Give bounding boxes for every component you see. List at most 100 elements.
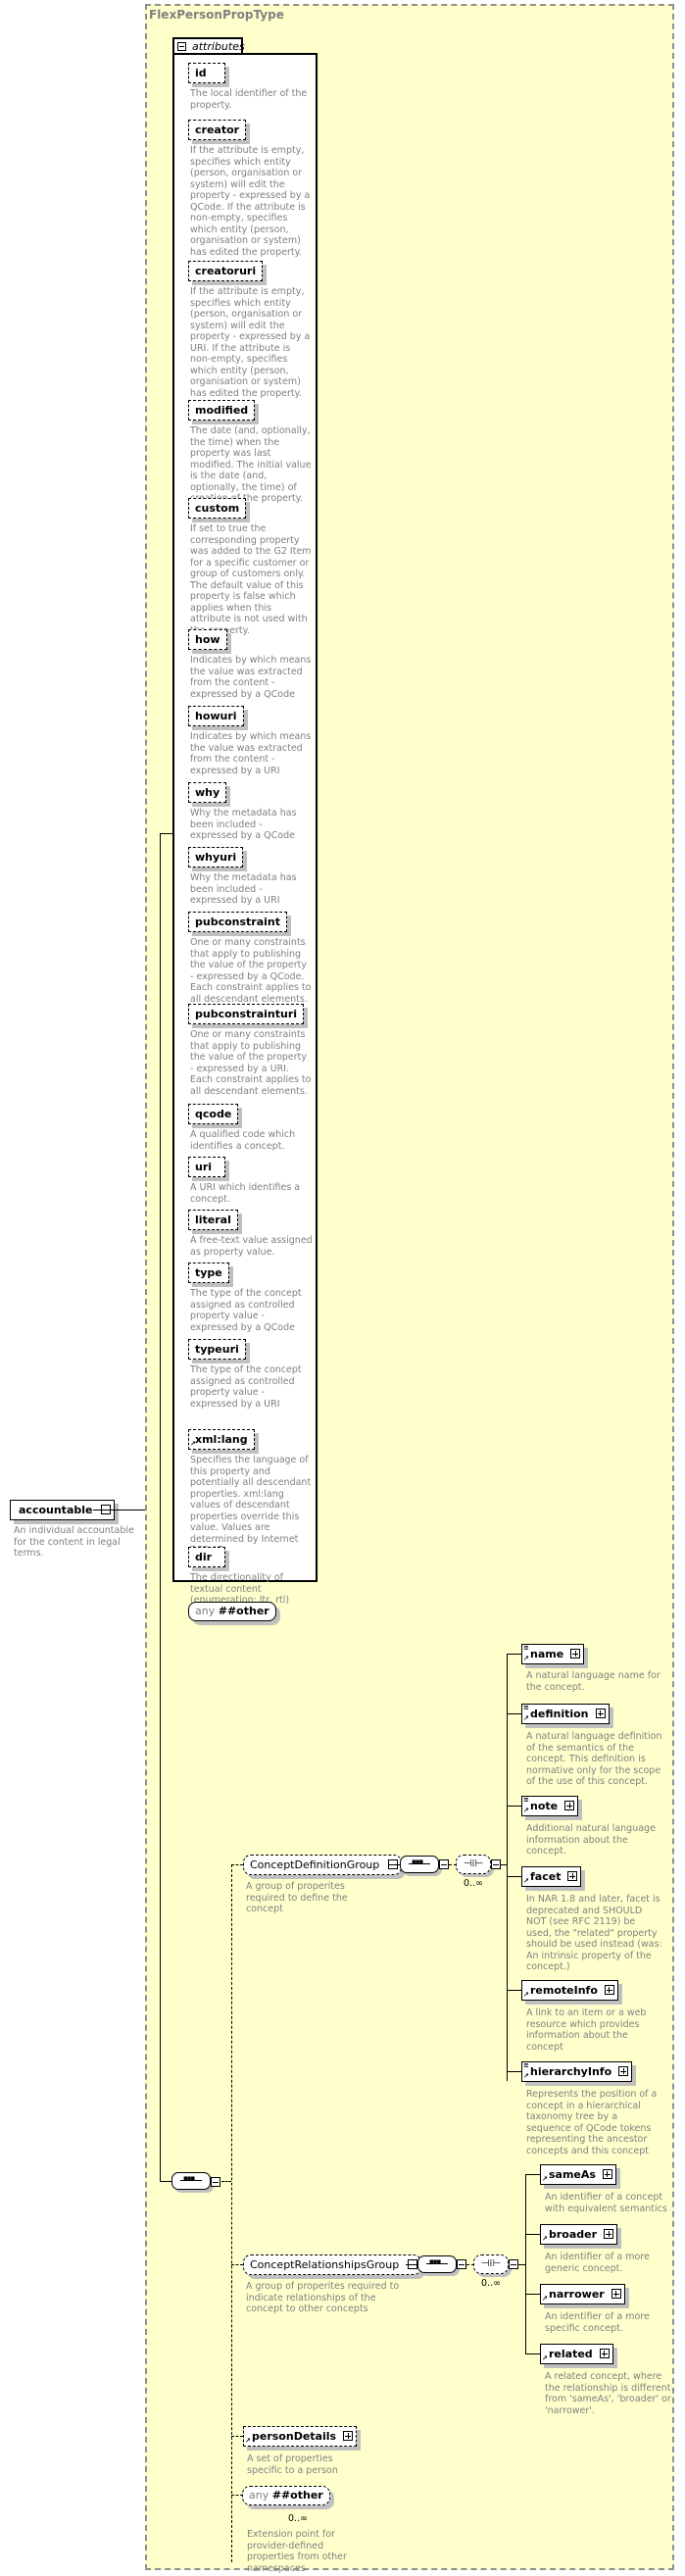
cardinality-label: 0..∞ xyxy=(481,2278,501,2289)
element-persondetails[interactable]: ↗ personDetails xyxy=(243,2426,358,2447)
connector-line xyxy=(525,2174,540,2175)
attribute-typeuri[interactable]: typeuri xyxy=(188,1339,246,1360)
connector-line xyxy=(507,2071,521,2072)
element-facet[interactable]: ↗ facet xyxy=(521,1866,582,1887)
cardinality-label: 0..∞ xyxy=(464,1878,483,1889)
attribute-uri[interactable]: uri xyxy=(188,1157,225,1177)
attribute-how[interactable]: how xyxy=(188,629,227,650)
sequence-compositor[interactable] xyxy=(417,2255,457,2273)
collapse-icon[interactable] xyxy=(439,1859,449,1869)
choice-compositor[interactable]: ⊣⁞⊢ xyxy=(473,2254,509,2274)
attribute-literal[interactable]: literal xyxy=(188,1210,238,1230)
attribute-creatoruri[interactable]: creatoruri xyxy=(188,261,264,281)
expand-icon[interactable] xyxy=(618,2066,629,2076)
attribute-type[interactable]: type xyxy=(188,1263,229,1283)
attribute-description: Why the metadata has been included - exp… xyxy=(190,872,297,906)
attribute-description: The date (and, optionally, the time) whe… xyxy=(190,425,312,504)
element-definition[interactable]: ≡ ↗ definition xyxy=(521,1704,610,1724)
group-concept-relationships[interactable]: ConceptRelationshipsGroup xyxy=(243,2254,422,2275)
element-label: narrower xyxy=(549,2288,605,2301)
group-label: ConceptDefinitionGroup xyxy=(250,1858,380,1871)
attribute-dir[interactable]: dir xyxy=(188,1547,225,1567)
reference-arrow-icon: ↗ xyxy=(523,2072,529,2080)
element-description: Additional natural language information … xyxy=(526,1823,656,1857)
attribute-pubconstrainturi[interactable]: pubconstrainturi xyxy=(188,1004,305,1024)
attribute-name: how xyxy=(195,633,220,646)
expand-icon[interactable] xyxy=(604,1985,614,1995)
attribute-creator[interactable]: creator xyxy=(188,120,247,140)
connector-line xyxy=(221,2181,231,2182)
expand-icon[interactable] xyxy=(599,2349,610,2358)
reference-arrow-icon: ↗ xyxy=(542,2235,548,2243)
element-label: related xyxy=(549,2348,593,2360)
attribute-name: xml:lang xyxy=(195,1433,248,1446)
expand-icon[interactable] xyxy=(570,1649,581,1659)
sequence-compositor[interactable] xyxy=(400,1856,439,1873)
connector-line xyxy=(507,1806,521,1807)
element-label: definition xyxy=(530,1708,589,1720)
collapse-icon[interactable] xyxy=(211,2177,220,2187)
attribute-wildcard[interactable]: any ##other xyxy=(188,1602,276,1621)
attribute-description: If set to true the corresponding propert… xyxy=(190,523,312,636)
reference-arrow-icon: ↗ xyxy=(190,1440,196,1448)
collapse-icon[interactable] xyxy=(457,2259,466,2269)
element-label: note xyxy=(530,1800,559,1812)
wildcard-namespace: ##other xyxy=(271,2489,323,2502)
collapse-icon[interactable] xyxy=(509,2259,518,2269)
element-narrower[interactable]: ↗ narrower xyxy=(540,2284,625,2304)
element-remoteinfo[interactable]: ↗ remoteInfo xyxy=(521,1980,618,2001)
attribute-pubconstraint[interactable]: pubconstraint xyxy=(188,912,288,932)
element-name[interactable]: ≡ ↗ name xyxy=(521,1644,585,1664)
expand-icon[interactable] xyxy=(611,2289,621,2299)
expand-icon[interactable] xyxy=(564,1801,575,1810)
attribute-howuri[interactable]: howuri xyxy=(188,706,244,726)
reference-arrow-icon: ↗ xyxy=(523,1991,529,1999)
connector-line xyxy=(231,1864,232,2562)
element-broader[interactable]: ↗ broader xyxy=(540,2224,618,2245)
attribute-custom[interactable]: custom xyxy=(188,498,247,519)
element-description: A natural language name for the concept. xyxy=(526,1670,661,1693)
attribute-description: Indicates by which means the value was e… xyxy=(190,655,312,700)
group-description: A group of properites required to define… xyxy=(246,1881,348,1914)
element-label: remoteInfo xyxy=(530,1984,598,1997)
attribute-name: howuri xyxy=(195,710,237,722)
expand-icon[interactable] xyxy=(595,1709,606,1718)
reference-arrow-icon: ↗ xyxy=(542,2354,548,2362)
choice-compositor[interactable]: ⊣⁞⊢ xyxy=(456,1855,491,1874)
expand-icon[interactable] xyxy=(343,2431,354,2441)
attribute-name: dir xyxy=(195,1551,213,1563)
connector-line xyxy=(507,1654,508,2081)
expand-icon[interactable] xyxy=(604,2229,614,2239)
complex-content-icon: ≡ xyxy=(523,2061,529,2069)
attribute-why[interactable]: why xyxy=(188,782,227,803)
attribute-qcode[interactable]: qcode xyxy=(188,1104,239,1124)
expand-icon[interactable] xyxy=(567,1871,578,1881)
attribute-xml-lang[interactable]: ↗ xml:lang xyxy=(188,1429,255,1450)
group-concept-definition[interactable]: ConceptDefinitionGroup xyxy=(243,1855,403,1875)
attribute-description: Why the metadata has been included - exp… xyxy=(190,808,297,841)
sequence-icon xyxy=(409,1858,430,1865)
element-note[interactable]: ≡ ↗ note xyxy=(521,1796,579,1816)
element-sameas[interactable]: ↗ sameAs xyxy=(540,2164,616,2185)
connector-line xyxy=(160,833,161,2181)
attribute-description: A free-text value assigned as property v… xyxy=(190,1235,313,1258)
attribute-description: If the attribute is empty, specifies whi… xyxy=(190,145,311,258)
connector-line xyxy=(525,2234,540,2235)
expand-icon[interactable] xyxy=(602,2169,612,2179)
sequence-compositor[interactable] xyxy=(171,2172,211,2190)
element-label: sameAs xyxy=(549,2168,596,2181)
element-wildcard[interactable]: any ##other xyxy=(242,2486,330,2505)
attribute-modified[interactable]: modified xyxy=(188,400,256,421)
attribute-id[interactable]: id xyxy=(188,63,225,83)
attribute-name: pubconstrainturi xyxy=(195,1008,298,1020)
collapse-icon[interactable] xyxy=(177,42,186,51)
element-hierarchyinfo[interactable]: ≡ ↗ hierarchyInfo xyxy=(521,2061,633,2082)
attribute-name: whyuri xyxy=(195,851,237,864)
attribute-description: One or many constraints that apply to pu… xyxy=(190,1029,312,1097)
collapse-icon[interactable] xyxy=(491,1859,501,1869)
element-description: A set of properties specific to a person xyxy=(247,2453,338,2476)
connector-line xyxy=(231,2264,243,2265)
element-related[interactable]: ↗ related xyxy=(540,2344,613,2364)
attribute-whyuri[interactable]: whyuri xyxy=(188,847,244,867)
complex-type-title: FlexPersonPropType xyxy=(149,8,284,22)
